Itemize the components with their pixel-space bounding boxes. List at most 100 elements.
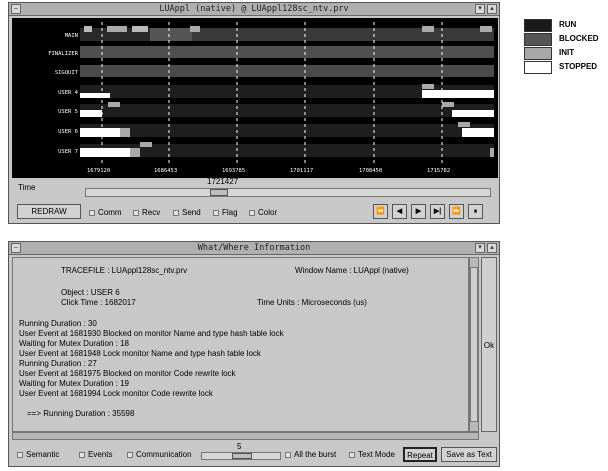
info-horizontal-scrollbar[interactable] bbox=[12, 432, 479, 440]
flag-checkbox-label: Flag bbox=[222, 208, 238, 217]
time-slider-thumb[interactable] bbox=[210, 189, 228, 196]
time-label: Time bbox=[18, 183, 36, 192]
events-checkbox-label: Events bbox=[88, 450, 113, 459]
send-checkbox-label: Send bbox=[182, 208, 201, 217]
event-line: Waiting for Mutex Duration : 19 bbox=[19, 379, 129, 388]
communication-checkbox[interactable]: Communication bbox=[127, 450, 192, 460]
send-checkbox[interactable]: Send bbox=[173, 208, 201, 218]
checkbox-icon bbox=[173, 209, 179, 216]
row-label-finalizer: FINALIZER bbox=[48, 51, 78, 57]
checkbox-icon bbox=[249, 209, 255, 216]
info-window-title: What/Where Information bbox=[197, 243, 311, 253]
flag-checkbox[interactable]: Flag bbox=[213, 208, 238, 218]
repeat-button[interactable]: Repeat bbox=[403, 447, 437, 462]
minimize-icon[interactable]: ▾ bbox=[475, 243, 485, 253]
legend-swatch-stopped bbox=[524, 61, 552, 74]
tick-label: 1693785 bbox=[222, 168, 246, 174]
final-running-line: ==> Running Duration : 35598 bbox=[27, 409, 135, 418]
info-vertical-scroll-thumb[interactable] bbox=[470, 267, 478, 422]
checkbox-icon bbox=[79, 451, 85, 458]
play-button[interactable]: ▶ bbox=[411, 204, 426, 219]
legend-label-blocked: BLOCKED bbox=[559, 34, 599, 43]
color-checkbox-label: Color bbox=[258, 208, 278, 217]
all-burst-checkbox[interactable]: All the burst bbox=[285, 450, 336, 460]
legend-label-run: RUN bbox=[559, 20, 577, 29]
step-forward-button[interactable]: ▶| bbox=[430, 204, 445, 219]
event-line: Running Duration : 27 bbox=[19, 359, 97, 368]
object-text: Object : USER 6 bbox=[61, 288, 120, 297]
maximize-icon[interactable]: ▴ bbox=[487, 243, 497, 253]
text-mode-checkbox[interactable]: Text Mode bbox=[349, 450, 395, 460]
legend-label-init: INIT bbox=[559, 48, 575, 57]
recv-checkbox-label: Recv bbox=[142, 208, 161, 217]
time-value: 1721427 bbox=[207, 177, 239, 186]
checkbox-icon bbox=[133, 209, 139, 216]
legend-swatch-init bbox=[524, 47, 552, 60]
time-slider[interactable] bbox=[85, 188, 491, 197]
fast-forward-button[interactable]: ⏩ bbox=[449, 204, 464, 219]
lane-user4 bbox=[80, 84, 494, 98]
click-time-text: Click Time : 1682017 bbox=[61, 298, 136, 307]
tick-label: 1701117 bbox=[290, 168, 314, 174]
burst-value: 5 bbox=[237, 442, 242, 451]
window-name-text: Window Name : LUAppl (native) bbox=[295, 266, 409, 275]
timeline-svg[interactable] bbox=[12, 18, 498, 178]
checkbox-icon bbox=[127, 451, 133, 458]
step-back-button[interactable]: ◀ bbox=[392, 204, 407, 219]
tracefile-text: TRACEFILE : LUAppl128sc_ntv.prv bbox=[61, 266, 188, 275]
checkbox-icon bbox=[285, 451, 291, 458]
row-label-user7: USER 7 bbox=[58, 149, 78, 155]
legend-swatch-run bbox=[524, 19, 552, 32]
info-window: – What/Where Information ▾ ▴ TRACEFILE :… bbox=[8, 241, 500, 467]
save-as-text-button[interactable]: Save as Text bbox=[441, 447, 497, 462]
row-label-main: MAIN bbox=[64, 33, 78, 39]
all-burst-label: All the burst bbox=[294, 450, 337, 459]
tick-label: 1715782 bbox=[427, 168, 451, 174]
legend-label-stopped: STOPPED bbox=[559, 62, 598, 71]
comm-checkbox[interactable]: Comm bbox=[89, 208, 122, 218]
trace-titlebar[interactable]: – LUAppl (native) @ LUAppl128sc_ntv.prv … bbox=[9, 3, 499, 16]
lane-sigquit bbox=[80, 65, 494, 77]
maximize-icon[interactable]: ▴ bbox=[487, 4, 497, 14]
trace-window: – LUAppl (native) @ LUAppl128sc_ntv.prv … bbox=[8, 2, 500, 224]
trace-window-title: LUAppl (native) @ LUAppl128sc_ntv.prv bbox=[159, 4, 349, 14]
checkbox-icon bbox=[17, 451, 23, 458]
event-line: User Event at 1681948 Lock monitor Name … bbox=[19, 349, 261, 358]
semantic-checkbox-label: Semantic bbox=[26, 450, 60, 459]
event-line: User Event at 1681975 Blocked on monitor… bbox=[19, 369, 236, 378]
ok-button[interactable]: Ok bbox=[481, 257, 497, 432]
info-text-panel[interactable]: TRACEFILE : LUAppl128sc_ntv.prv Window N… bbox=[12, 257, 469, 432]
redraw-button[interactable]: REDRAW bbox=[17, 204, 81, 219]
event-line: User Event at 1681994 Lock monitor Code … bbox=[19, 389, 213, 398]
info-titlebar[interactable]: – What/Where Information ▾ ▴ bbox=[9, 242, 499, 255]
rewind-button[interactable]: ⏪ bbox=[373, 204, 388, 219]
semantic-checkbox[interactable]: Semantic bbox=[17, 450, 59, 460]
text-mode-label: Text Mode bbox=[358, 450, 395, 459]
event-line: Running Duration : 30 bbox=[19, 319, 97, 328]
row-label-user6: USER 6 bbox=[58, 129, 78, 135]
legend-swatch-blocked bbox=[524, 33, 552, 46]
row-label-sigquit: SIGQUIT bbox=[54, 70, 78, 76]
tick-label: 1708450 bbox=[359, 168, 383, 174]
event-line: Waiting for Mutex Duration : 18 bbox=[19, 339, 129, 348]
events-checkbox[interactable]: Events bbox=[79, 450, 112, 460]
lane-user5 bbox=[80, 102, 494, 117]
lane-user7 bbox=[80, 142, 494, 157]
lane-finalizer bbox=[80, 46, 494, 58]
timeline-canvas[interactable]: MAIN FINALIZER SIGQUIT USER 4 USER 5 USE… bbox=[12, 18, 498, 178]
pause-button[interactable]: ⏸ bbox=[468, 204, 483, 219]
checkbox-icon bbox=[349, 451, 355, 458]
minimize-icon[interactable]: ▾ bbox=[475, 4, 485, 14]
tick-label: 1686453 bbox=[154, 168, 178, 174]
row-label-user4: USER 4 bbox=[58, 90, 78, 96]
recv-checkbox[interactable]: Recv bbox=[133, 208, 160, 218]
info-vertical-scrollbar[interactable] bbox=[469, 257, 479, 432]
burst-slider[interactable] bbox=[201, 452, 281, 460]
event-line: User Event at 1681930 Blocked on monitor… bbox=[19, 329, 284, 338]
color-checkbox[interactable]: Color bbox=[249, 208, 277, 218]
time-units-text: Time Units : Microseconds (us) bbox=[257, 298, 367, 307]
burst-slider-thumb[interactable] bbox=[232, 453, 252, 459]
tick-label: 1679120 bbox=[87, 168, 111, 174]
lane-main bbox=[80, 26, 494, 41]
row-label-user5: USER 5 bbox=[58, 109, 78, 115]
